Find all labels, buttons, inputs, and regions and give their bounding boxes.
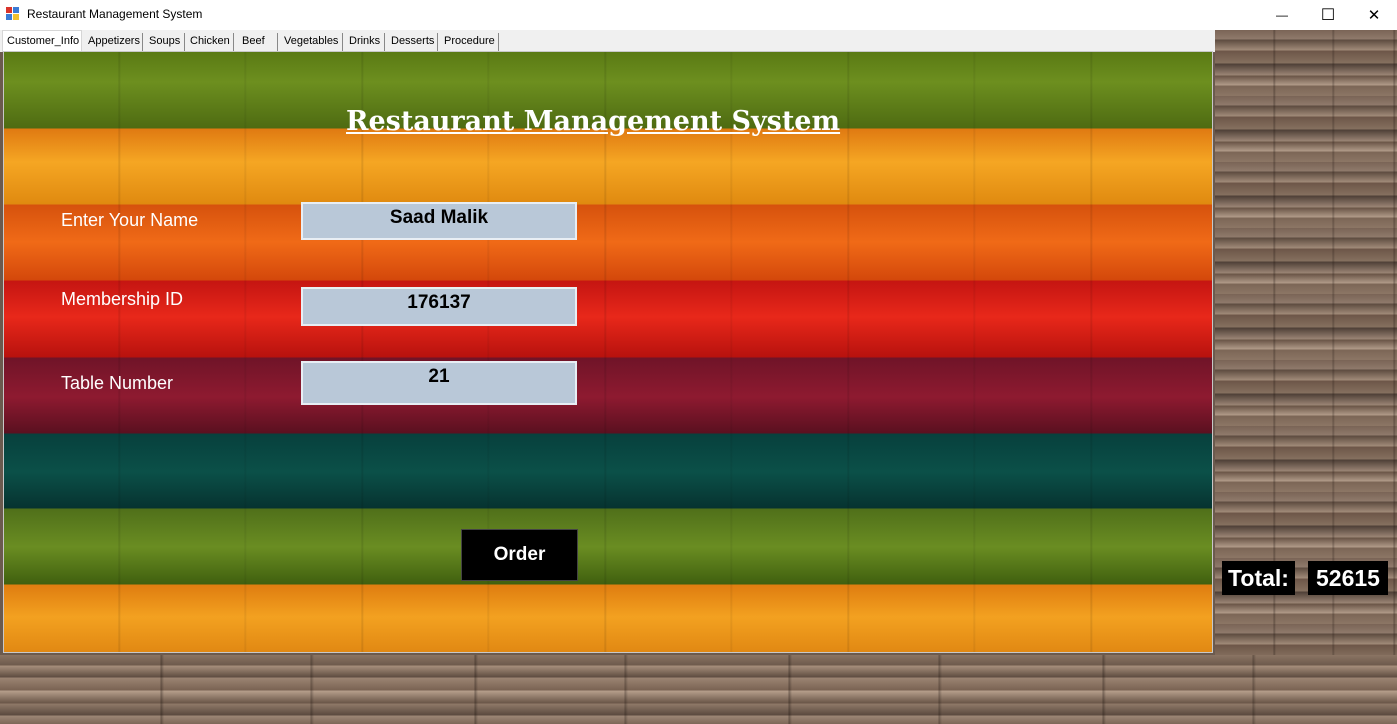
window-title: Restaurant Management System xyxy=(27,7,203,21)
maximize-button[interactable]: ☐ xyxy=(1305,0,1351,30)
tab-chicken[interactable]: Chicken xyxy=(186,33,234,51)
customer-info-panel: Restaurant Management System Enter Your … xyxy=(3,51,1213,653)
maximize-icon: ☐ xyxy=(1320,7,1336,24)
page-title: Restaurant Management System xyxy=(346,106,841,137)
table-number-field[interactable]: 21 xyxy=(301,361,577,405)
close-icon: ✕ xyxy=(1367,7,1381,24)
window-titlebar: Restaurant Management System — ☐ ✕ xyxy=(0,0,1397,30)
order-button[interactable]: Order xyxy=(461,529,578,581)
tab-appetizers[interactable]: Appetizers xyxy=(84,33,143,51)
minimize-icon: — xyxy=(1276,8,1288,22)
wood-background-bottom xyxy=(0,655,1397,724)
membership-id-label: Membership ID xyxy=(61,289,184,309)
tab-soups[interactable]: Soups xyxy=(145,33,185,51)
tab-desserts[interactable]: Desserts xyxy=(387,33,438,51)
close-button[interactable]: ✕ xyxy=(1351,0,1397,30)
total-value: 52615 xyxy=(1308,561,1388,595)
minimize-button[interactable]: — xyxy=(1259,0,1305,30)
tab-strip: Customer_Info Appetizers Soups Chicken B… xyxy=(0,30,1215,52)
membership-id-field[interactable]: 176137 xyxy=(301,287,577,326)
tab-beef[interactable]: Beef xyxy=(238,33,278,51)
tab-customer-info[interactable]: Customer_Info xyxy=(2,30,82,52)
tab-procedure[interactable]: Procedure xyxy=(440,33,499,51)
tab-vegetables[interactable]: Vegetables xyxy=(280,33,343,51)
tab-drinks[interactable]: Drinks xyxy=(345,33,385,51)
name-field[interactable]: Saad Malik xyxy=(301,202,577,240)
total-label: Total: xyxy=(1222,561,1295,595)
table-number-label: Table Number xyxy=(61,373,174,393)
app-icon xyxy=(6,7,20,21)
name-label: Enter Your Name xyxy=(61,210,199,230)
wood-background-right xyxy=(1215,30,1397,724)
